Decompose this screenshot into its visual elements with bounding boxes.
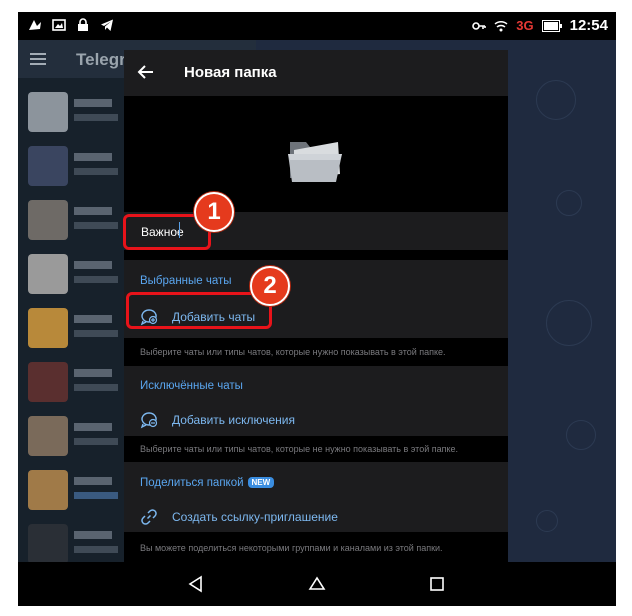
avatar [28, 524, 68, 564]
excluded-chats-hint: Выберите чаты или типы чатов, которые не… [124, 436, 508, 462]
clock: 12:54 [569, 17, 608, 34]
avatar [28, 416, 68, 456]
new-badge: NEW [247, 477, 275, 488]
included-chats-title: Выбранные чаты [140, 275, 232, 287]
add-exclusions-label: Добавить исключения [172, 413, 295, 427]
wifi-icon [494, 20, 508, 31]
nav-back-icon[interactable] [186, 574, 206, 594]
excluded-chats-section: Исключённые чаты Добавить исключения [124, 366, 508, 436]
battery-icon [541, 19, 562, 32]
panel-header: Новая папка [124, 50, 508, 96]
link-icon [141, 509, 157, 525]
folder-icon [288, 142, 342, 182]
included-chats-hint: Выберите чаты или типы чатов, которые ну… [124, 338, 508, 366]
menu-icon [30, 53, 46, 65]
network-type: 3G [516, 18, 534, 33]
annotation-box-step2 [126, 292, 272, 329]
nav-home-icon[interactable] [307, 574, 327, 594]
avatar [28, 92, 68, 132]
share-folder-hint: Вы можете поделиться некоторыми группами… [124, 532, 508, 562]
folder-illustration-area [124, 96, 508, 212]
avatar [28, 200, 68, 240]
image-icon [52, 19, 66, 31]
add-exclusions-button[interactable]: Добавить исключения [140, 411, 295, 429]
status-bar: 3G 12:54 [18, 12, 616, 40]
key-icon [472, 21, 487, 30]
page-title: Новая папка [184, 64, 277, 81]
create-invite-link-label: Создать ссылку-приглашение [172, 510, 338, 524]
avatar [28, 146, 68, 186]
avatar [28, 254, 68, 294]
back-arrow-icon[interactable] [134, 60, 158, 84]
share-folder-title: Поделиться папкой NEW [140, 477, 275, 489]
add-chat-icon [140, 412, 158, 429]
avatar [28, 362, 68, 402]
create-invite-link-button[interactable]: Создать ссылку-приглашение [140, 508, 338, 526]
avatar [28, 308, 68, 348]
telegram-icon [101, 19, 113, 31]
share-folder-title-text: Поделиться папкой [140, 477, 244, 489]
notification-icon [29, 20, 41, 30]
screenshot-frame: 3G 12:54 Telegra Новая папка Важное Выбр… [0, 0, 632, 616]
annotation-badge-step2: 2 [250, 266, 290, 306]
nav-recents-icon[interactable] [427, 574, 447, 594]
share-folder-section: Поделиться папкой NEW Создать ссылку-приг… [124, 462, 508, 532]
navigation-bar [18, 562, 616, 606]
avatar [28, 470, 68, 510]
annotation-badge-step1: 1 [194, 192, 234, 232]
excluded-chats-title: Исключённые чаты [140, 380, 243, 392]
device-screen: 3G 12:54 Telegra Новая папка Важное Выбр… [18, 12, 616, 606]
lock-icon [78, 18, 88, 31]
